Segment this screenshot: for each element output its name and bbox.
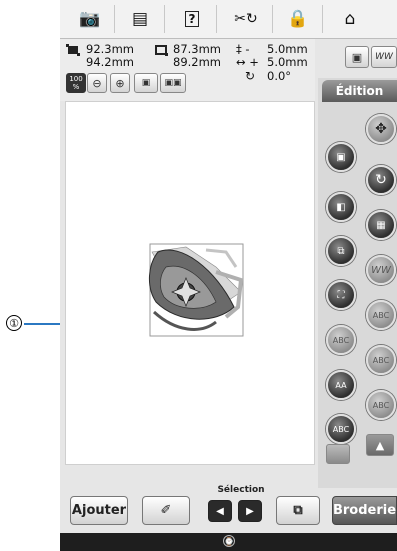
vertical-offset-label: ‡ - — [236, 42, 250, 56]
size-icon-panel: ▣ — [336, 151, 346, 163]
border-icon: ⛶ — [337, 289, 345, 301]
zoom-percent-label: % — [72, 83, 80, 91]
zoom-in-icon: ⊕ — [115, 76, 125, 90]
move-button[interactable]: ✥ — [366, 114, 396, 144]
density-icon: WW — [371, 264, 391, 276]
vertical-text-icon: ABC — [372, 400, 390, 410]
top-toolbar: 📷 ▤ ? ✂↻ 🔒 ⌂ — [60, 0, 397, 39]
camera-icon: 📷 — [79, 9, 101, 29]
embroidery-edit-screen: 📷 ▤ ? ✂↻ 🔒 ⌂ 92.3mm 94.2mm 87.3mm 89.2mm… — [60, 0, 397, 551]
layer-order-button[interactable]: ⧉ — [276, 496, 320, 525]
needle-thread-button[interactable]: ✂↻ — [220, 5, 273, 33]
selection-prev-button[interactable]: ◀ — [208, 500, 232, 522]
document-icon: ▤ — [131, 9, 149, 29]
duplicate-button[interactable]: ⧉ — [326, 236, 356, 266]
text-style-icon: ABC — [332, 424, 350, 434]
embroidery-button[interactable]: Broderie — [332, 496, 397, 525]
selection-next-button[interactable]: ▶ — [238, 500, 262, 522]
text-spacing-icon: ABC — [372, 310, 390, 320]
arc-text-icon: ABC — [332, 335, 350, 345]
home-button[interactable]: ⌂ — [326, 5, 374, 33]
size-icon — [66, 44, 80, 56]
help-button[interactable]: ? — [168, 5, 217, 33]
zoom-100-label: 100 — [69, 75, 83, 83]
letter-spacing-icon: AA — [335, 380, 347, 390]
status-bar: ⌚ — [60, 533, 397, 551]
stitch-view-icon: WW — [375, 52, 393, 62]
embroidery-pattern — [149, 243, 244, 337]
right-arrow-icon: ▶ — [246, 505, 254, 517]
text-style-button[interactable]: ABC — [326, 414, 356, 444]
vertical-offset-value: 5.0mm — [267, 42, 308, 56]
preview-icon: ▣▣ — [164, 78, 182, 88]
duplicate-icon: ⧉ — [337, 245, 345, 257]
border-button[interactable]: ⛶ — [326, 280, 356, 310]
size-button[interactable]: ▣ — [326, 142, 356, 172]
size-info-panel: 92.3mm 94.2mm 87.3mm 89.2mm ‡ - 5.0mm ↔ … — [60, 39, 315, 101]
bottom-toolbar: Ajouter ✐ Sélection ◀ ▶ ⧉ Broderie — [60, 485, 397, 533]
zoom-in-button[interactable]: ⊕ — [110, 73, 130, 93]
tab-edition-label: Édition — [335, 84, 384, 98]
letter-spacing-button[interactable]: AA — [326, 370, 356, 400]
text-arrange-button[interactable]: ABC — [366, 345, 396, 375]
rotate-button[interactable]: ↻ — [366, 165, 396, 195]
horizontal-offset-label: ↔ + — [236, 55, 259, 69]
zoom-100-button[interactable]: 100 % — [66, 73, 86, 93]
layer-order-icon: ⧉ — [293, 503, 303, 518]
add-button[interactable]: Ajouter — [70, 496, 128, 525]
embroidery-label: Broderie — [332, 503, 397, 518]
delete-button[interactable]: ✐ — [142, 496, 190, 525]
lock-button[interactable]: 🔒 — [274, 5, 323, 33]
eraser-icon: ✐ — [160, 503, 172, 518]
scroll-placeholder-button — [326, 444, 350, 464]
pattern-height: 94.2mm — [86, 55, 135, 69]
up-arrow-icon: ▲ — [375, 438, 385, 452]
rotation-value: 0.0° — [267, 69, 292, 83]
text-arrange-icon: ABC — [372, 355, 390, 365]
help-icon: ? — [184, 11, 200, 27]
document-button[interactable]: ▤ — [116, 5, 165, 33]
selection-label: Sélection — [217, 485, 265, 495]
total-height: 89.2mm — [173, 55, 222, 69]
left-arrow-icon: ◀ — [216, 505, 224, 517]
mirror-icon: ◧ — [336, 201, 346, 213]
vertical-text-button[interactable]: ABC — [366, 390, 396, 420]
total-width: 87.3mm — [173, 42, 222, 56]
camera-button[interactable]: 📷 — [66, 5, 115, 33]
zoom-out-icon: ⊖ — [92, 76, 102, 90]
rotation-icon: ↻ — [245, 69, 256, 83]
embroidery-canvas[interactable] — [65, 101, 315, 465]
size-icon-second — [155, 45, 168, 56]
memory-icon: ▣ — [351, 50, 363, 64]
stitch-view-button[interactable]: WW — [371, 46, 397, 68]
callout-marker: ① — [6, 315, 22, 331]
zoom-out-button[interactable]: ⊖ — [87, 73, 107, 93]
memory-button[interactable]: ▣ — [345, 46, 369, 68]
lock-icon: 🔒 — [287, 9, 309, 29]
add-label: Ajouter — [71, 503, 127, 518]
horizontal-offset-value: 5.0mm — [267, 55, 308, 69]
mirror-button[interactable]: ◧ — [326, 192, 356, 222]
move-arrows-icon: ✥ — [375, 121, 387, 137]
density-button[interactable]: WW — [366, 255, 396, 285]
pattern-width: 92.3mm — [86, 42, 135, 56]
clock-icon: ⌚ — [223, 535, 235, 547]
home-icon: ⌂ — [344, 9, 356, 29]
scroll-up-button[interactable]: ▲ — [366, 434, 394, 456]
tab-edition[interactable]: Édition — [322, 80, 397, 102]
needle-thread-icon: ✂↻ — [234, 11, 258, 27]
frame-view-button[interactable]: ▣ — [134, 73, 158, 93]
array-button[interactable]: ▦ — [366, 210, 396, 240]
arc-text-button[interactable]: ABC — [326, 325, 356, 355]
text-spacing-button[interactable]: ABC — [366, 300, 396, 330]
rotate-icon: ↻ — [375, 172, 387, 188]
lace-motif — [149, 246, 244, 331]
array-icon: ▦ — [376, 219, 386, 231]
frame-view-icon: ▣ — [141, 78, 151, 88]
preview-button[interactable]: ▣▣ — [160, 73, 186, 93]
